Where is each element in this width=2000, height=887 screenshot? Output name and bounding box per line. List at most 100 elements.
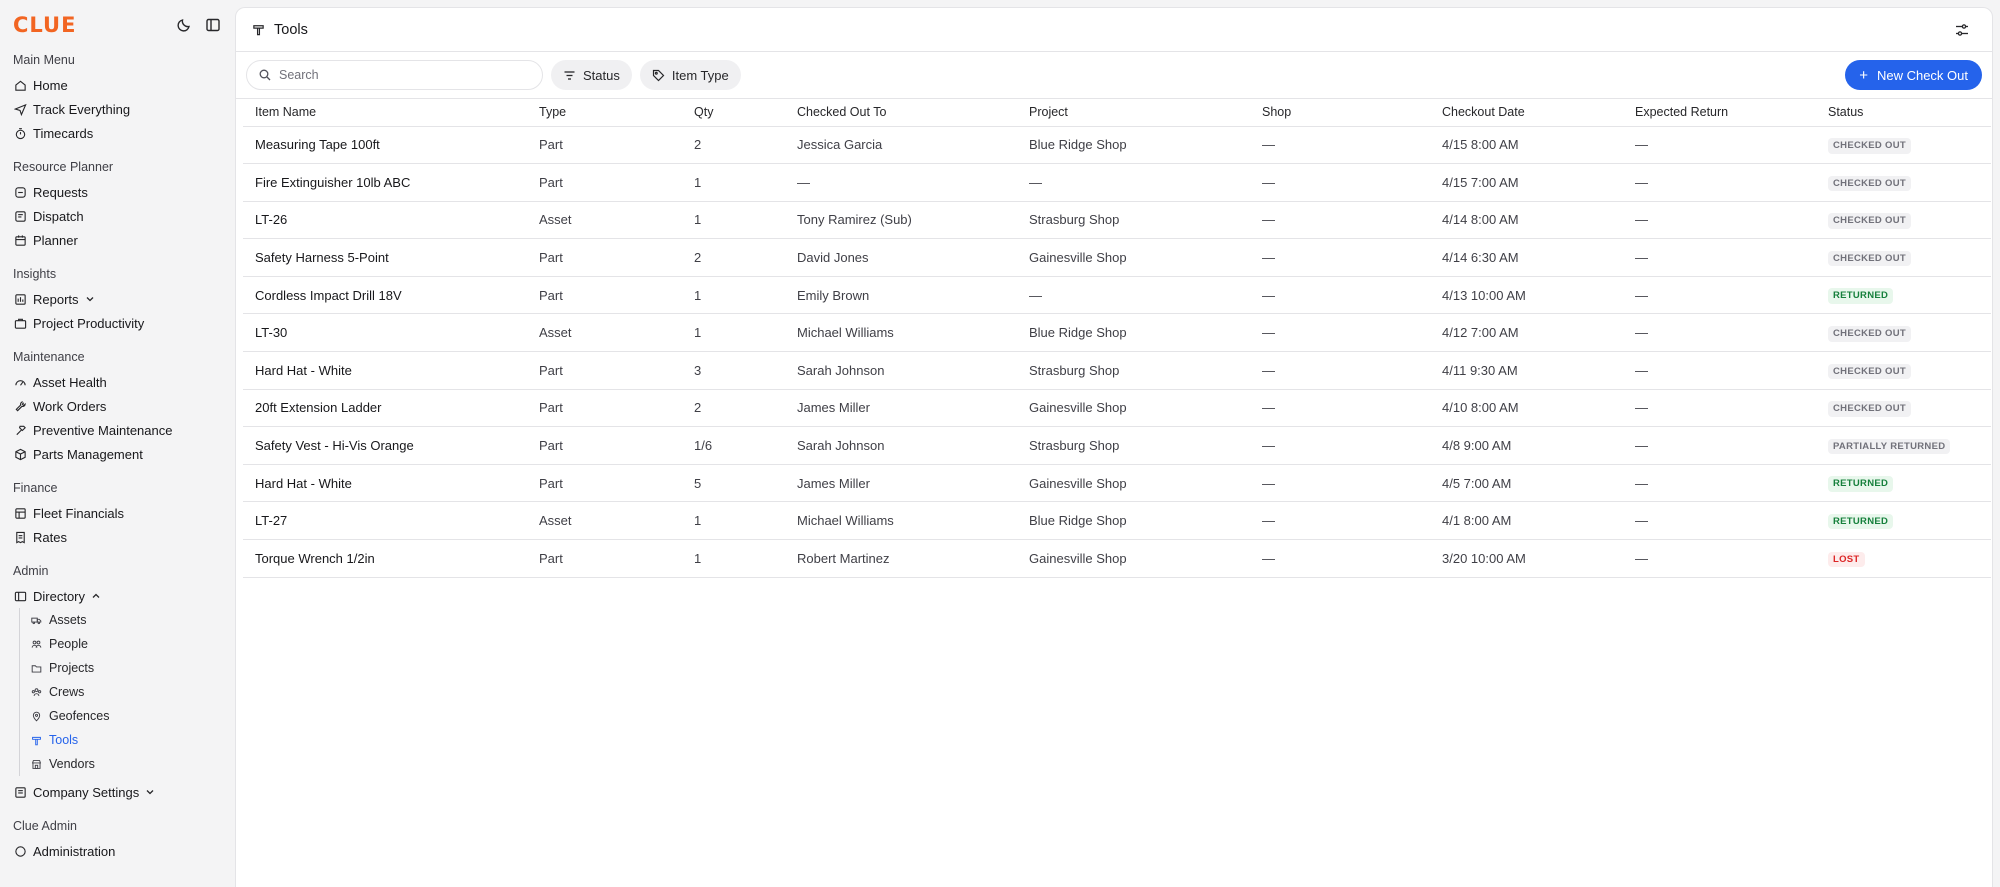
table-row[interactable]: Torque Wrench 1/2in Part 1 Robert Martinez G… bbox=[243, 539, 1991, 578]
type-cell: Part bbox=[527, 126, 682, 165]
sidebar-subitem-label: Crews bbox=[49, 685, 85, 699]
sidebar-item-work-orders[interactable]: Work Orders bbox=[13, 394, 222, 418]
item-name-cell: Hard Hat - White bbox=[243, 464, 527, 503]
moon-icon[interactable] bbox=[175, 16, 193, 34]
new-check-out-button[interactable]: + New Check Out bbox=[1845, 60, 1982, 90]
checked-out-to-cell: — bbox=[785, 163, 1017, 202]
table-row[interactable]: Hard Hat - White Part 5 James Miller Gainesv… bbox=[243, 464, 1991, 503]
column-header[interactable]: Shop bbox=[1250, 99, 1430, 127]
table-row[interactable]: Safety Harness 5-Point Part 2 David Jones Ga… bbox=[243, 238, 1991, 277]
checkouts-table: Item Name Type Qty Checked Out To Project Sho… bbox=[243, 99, 1991, 578]
checked-out-to-cell: James Miller bbox=[785, 389, 1017, 428]
table-row[interactable]: Safety Vest - Hi-Vis Orange Part 1/6 Sarah … bbox=[243, 426, 1991, 465]
sidebar-item-home[interactable]: Home bbox=[13, 73, 222, 97]
column-header[interactable]: Qty bbox=[682, 99, 785, 127]
sidebar-subitem-label: Geofences bbox=[49, 709, 110, 723]
table-row[interactable]: 20ft Extension Ladder Part 2 James Miller Ga… bbox=[243, 389, 1991, 428]
section-label: Finance bbox=[13, 481, 58, 495]
table-row[interactable]: LT-30 Asset 1 Michael Williams Blue Ridge Sh… bbox=[243, 313, 1991, 353]
sidebar-subitem-people[interactable]: People bbox=[31, 632, 222, 656]
sidebar-item-asset-health[interactable]: Asset Health bbox=[13, 370, 222, 394]
sidebar-subitem-assets[interactable]: Assets bbox=[31, 608, 222, 632]
table-row[interactable]: Measuring Tape 100ft Part 2 Jessica Garcia B… bbox=[243, 126, 1991, 165]
sidebar-subitem-crews[interactable]: Crews bbox=[31, 680, 222, 704]
table-row[interactable]: LT-26 Asset 1 Tony Ramirez (Sub) Strasburg S… bbox=[243, 201, 1991, 240]
sidebar-subitem-geofences[interactable]: Geofences bbox=[31, 704, 222, 728]
column-header[interactable]: Expected Return bbox=[1623, 99, 1816, 127]
sidebar-item-parts-management[interactable]: Parts Management bbox=[13, 442, 222, 466]
column-header[interactable]: Project bbox=[1017, 99, 1250, 127]
shop-cell: — bbox=[1250, 126, 1430, 165]
item-name-cell: Safety Harness 5-Point bbox=[243, 238, 527, 277]
section-label: Maintenance bbox=[13, 350, 85, 364]
sidebar-item-label: Dispatch bbox=[33, 208, 84, 224]
item-name-cell: Measuring Tape 100ft bbox=[243, 126, 527, 165]
sidebar-item-planner[interactable]: Planner bbox=[13, 228, 222, 252]
checkout-date-cell: 4/14 8:00 AM bbox=[1430, 201, 1623, 240]
column-header[interactable]: Status bbox=[1816, 99, 1991, 127]
sidebar-item-reports[interactable]: Reports bbox=[13, 287, 222, 311]
project-cell: Gainesville Shop bbox=[1017, 464, 1250, 503]
checkout-date-cell: 4/15 7:00 AM bbox=[1430, 163, 1623, 202]
table-row[interactable]: LT-27 Asset 1 Michael Williams Blue Ridge Sh… bbox=[243, 501, 1991, 541]
item-type-filter-label: Item Type bbox=[671, 67, 729, 83]
sliders-icon[interactable] bbox=[1952, 20, 1972, 40]
sidebar-item-fleet-financials[interactable]: Fleet Financials bbox=[13, 501, 222, 525]
qty-cell: 2 bbox=[682, 126, 785, 165]
wrench-icon bbox=[13, 399, 27, 413]
pin-icon bbox=[31, 710, 43, 722]
nav-sections: Main Menu Home Track Everything Timecards Re… bbox=[13, 52, 222, 549]
requests-icon bbox=[13, 185, 27, 199]
column-header[interactable]: Type bbox=[527, 99, 682, 127]
sidebar-item-requests[interactable]: Requests bbox=[13, 180, 222, 204]
truck-icon bbox=[31, 614, 43, 626]
table-row[interactable]: Fire Extinguisher 10lb ABC Part 1— — —4/15 7… bbox=[243, 163, 1991, 202]
status-badge: CHECKED OUT bbox=[1828, 250, 1911, 267]
send-icon bbox=[13, 102, 27, 116]
tag-icon bbox=[652, 69, 665, 81]
home-icon bbox=[13, 78, 27, 92]
sidebar-item-preventive-maintenance[interactable]: Preventive Maintenance bbox=[13, 418, 222, 442]
sidebar-item-timecards[interactable]: Timecards bbox=[13, 121, 222, 145]
sidebar-item-company-settings[interactable]: Company Settings bbox=[13, 780, 222, 804]
sidebar-item-project-productivity[interactable]: Project Productivity bbox=[13, 311, 222, 335]
shop-cell: — bbox=[1250, 238, 1430, 277]
expected-return-cell: — bbox=[1623, 201, 1816, 240]
status-filter-button[interactable]: Status bbox=[551, 60, 632, 90]
checkout-date-cell: 4/12 7:00 AM bbox=[1430, 313, 1623, 353]
shop-cell: — bbox=[1250, 351, 1430, 390]
status-cell: CHECKED OUT bbox=[1816, 238, 1991, 277]
sidebar-item-track-everything[interactable]: Track Everything bbox=[13, 97, 222, 121]
item-name-cell: Safety Vest - Hi-Vis Orange bbox=[243, 426, 527, 465]
sidebar-subitem-vendors[interactable]: Vendors bbox=[31, 752, 222, 776]
section-label: Resource Planner bbox=[13, 160, 114, 174]
status-badge: RETURNED bbox=[1828, 288, 1894, 304]
sidebar-subitem-tools[interactable]: Tools bbox=[31, 728, 222, 752]
item-name-cell: Cordless Impact Drill 18V bbox=[243, 276, 527, 315]
sidebar-item-rates[interactable]: Rates bbox=[13, 525, 222, 549]
status-cell: CHECKED OUT bbox=[1816, 389, 1991, 428]
sidebar-toggle-icon[interactable] bbox=[204, 16, 222, 34]
status-cell: RETURNED bbox=[1816, 464, 1991, 503]
search-input[interactable] bbox=[279, 68, 530, 82]
sidebar: CLUE Main Menu Home Track Everything Timeca… bbox=[0, 0, 235, 887]
column-header[interactable]: Checked Out To bbox=[785, 99, 1017, 127]
column-header[interactable]: Checkout Date bbox=[1430, 99, 1623, 127]
directory-icon bbox=[13, 589, 27, 603]
table-row[interactable]: Cordless Impact Drill 18V Part 1 Emily Brow… bbox=[243, 276, 1991, 315]
status-cell: CHECKED OUT bbox=[1816, 126, 1991, 165]
column-header[interactable]: Item Name bbox=[243, 99, 527, 127]
sidebar-item-directory[interactable]: Directory bbox=[13, 584, 222, 608]
qty-cell: 5 bbox=[682, 464, 785, 503]
table-row[interactable]: Hard Hat - White Part 3 Sarah Johnson Strasb… bbox=[243, 351, 1991, 390]
logo[interactable]: CLUE bbox=[13, 13, 164, 37]
item-type-filter-button[interactable]: Item Type bbox=[639, 60, 741, 90]
sidebar-subitem-projects[interactable]: Projects bbox=[31, 656, 222, 680]
item-name-cell: LT-26 bbox=[243, 201, 527, 240]
sidebar-item-administration[interactable]: Administration bbox=[13, 839, 222, 863]
sidebar-item-dispatch[interactable]: Dispatch bbox=[13, 204, 222, 228]
qty-cell: 1 bbox=[682, 501, 785, 541]
type-cell: Part bbox=[527, 464, 682, 503]
search-box[interactable] bbox=[246, 60, 543, 90]
status-badge: CHECKED OUT bbox=[1828, 213, 1911, 229]
